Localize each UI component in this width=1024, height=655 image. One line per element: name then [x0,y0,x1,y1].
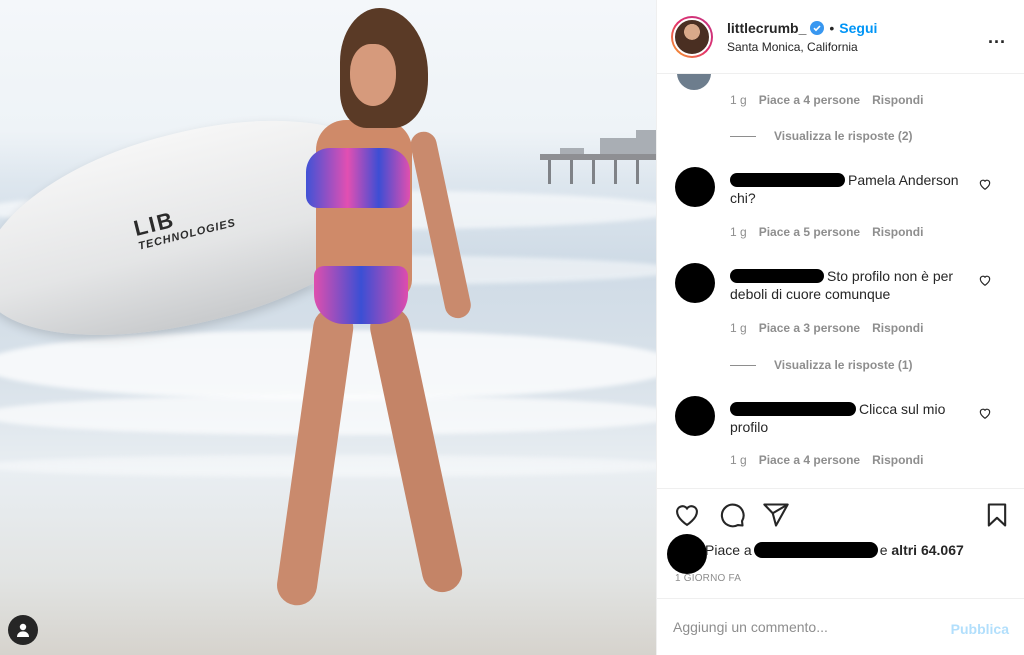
comment-age: 1 g [730,321,747,335]
comment-icon[interactable] [718,501,746,529]
publish-button[interactable]: Pubblica [951,621,1009,637]
comment-age: 1 g [730,453,747,467]
comment-age: 1 g [730,93,747,107]
likes-summary[interactable]: Piace a e altri 64.067 [657,534,1024,574]
pier [540,130,656,184]
avatar[interactable] [675,167,715,207]
likes-prefix: Piace a [705,542,752,558]
avatar[interactable] [675,396,715,436]
reply-button[interactable]: Rispondi [872,453,923,467]
share-icon[interactable] [762,501,790,529]
location-link[interactable]: Santa Monica, California [727,40,877,54]
redacted-username [753,542,878,558]
reply-button[interactable]: Rispondi [872,93,923,107]
redacted-username [730,173,845,187]
post-photo[interactable]: LIB TECHNOLOGIES [0,0,656,655]
add-comment-bar: Pubblica [657,598,1024,655]
separator-dot: • [829,19,835,36]
comment-age: 1 g [730,225,747,239]
heart-icon[interactable] [978,273,992,287]
comment-likes[interactable]: Piace a 4 persone [759,453,860,467]
verified-badge-icon [810,20,825,35]
user-tag-icon[interactable] [8,615,38,645]
heart-icon[interactable] [978,406,992,420]
comment-meta: 1 g Piace a 5 persone Rispondi [730,225,935,239]
view-replies-label: Visualizza le risposte (2) [774,129,913,143]
bookmark-icon[interactable] [983,501,1011,529]
follow-button[interactable]: Segui [839,20,877,36]
view-replies-label: Visualizza le risposte (1) [774,358,913,372]
avatar[interactable] [667,534,707,574]
post-header: littlecrumb_ • Segui Santa Monica, Calif… [657,0,1024,74]
view-replies-button[interactable]: Visualizza le risposte (1) [730,358,913,372]
comment-likes[interactable]: Piace a 5 persone [759,225,860,239]
comments-list[interactable]: 1 g Piace a 4 persone Rispondi Visualizz… [657,74,1024,488]
likes-count[interactable]: altri 64.067 [891,542,963,558]
reply-button[interactable]: Rispondi [872,225,923,239]
redacted-username [730,402,856,416]
redacted-username [730,269,824,283]
heart-icon[interactable] [673,501,701,529]
person-figure [240,8,500,648]
likes-conjunction: e [879,542,888,558]
post-timestamp[interactable]: 1 GIORNO FA [675,573,741,584]
comment-meta: 1 g Piace a 3 persone Rispondi [730,321,935,335]
comment-meta: 1 g Piace a 4 persone Rispondi [730,93,935,107]
username-link[interactable]: littlecrumb_ [727,20,806,36]
comment-meta: 1 g Piace a 4 persone Rispondi [730,453,935,467]
heart-icon[interactable] [978,177,992,191]
post-side-panel: littlecrumb_ • Segui Santa Monica, Calif… [656,0,1024,655]
comment-likes[interactable]: Piace a 3 persone [759,321,860,335]
comment-likes[interactable]: Piace a 4 persone [759,93,860,107]
reply-button[interactable]: Rispondi [872,321,923,335]
comment-input[interactable] [673,613,933,641]
avatar[interactable] [671,15,713,58]
avatar[interactable] [677,74,711,90]
more-options-icon[interactable]: ... [988,27,1006,48]
view-replies-button[interactable]: Visualizza le risposte (2) [730,129,913,143]
avatar[interactable] [675,263,715,303]
